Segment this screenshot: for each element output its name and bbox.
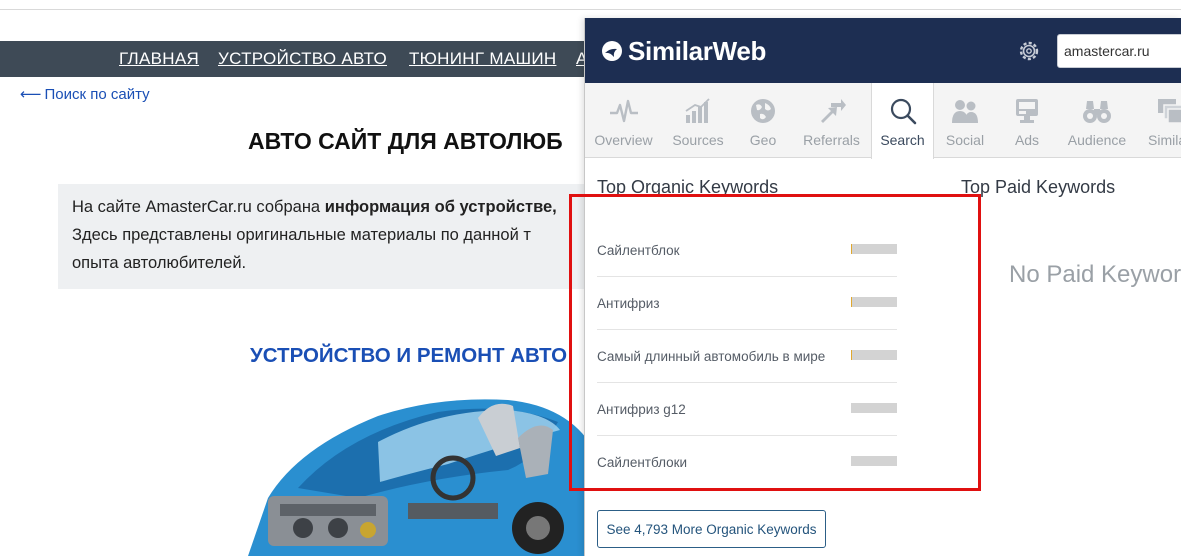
- keyword-text[interactable]: Сайлентблоки: [597, 455, 687, 470]
- tab-label: Geo: [749, 132, 777, 148]
- keyword-share-fill: [851, 297, 853, 307]
- keyword-share-bar: [851, 456, 897, 466]
- site-intro-line-3: опыта автолюбителей.: [72, 254, 247, 272]
- browser-top-strip: [0, 0, 1181, 10]
- keyword-share-bar: [851, 297, 897, 307]
- keyword-share-bar: [851, 403, 897, 413]
- site-intro-line-1: На сайте AmasterCar.ru собрана информаци…: [72, 198, 557, 217]
- similarweb-tab-bar: Overview Sources Geo Referrals Search So…: [585, 83, 1181, 159]
- tab-label: Search: [880, 132, 925, 148]
- similarweb-logo[interactable]: SimilarWeb: [601, 35, 766, 67]
- paid-keywords-title: Top Paid Keywords: [961, 177, 1116, 197]
- site-navigation-bar: ГЛАВНАЯ УСТРОЙСТВО АВТО ТЮНИНГ МАШИН А: [0, 41, 600, 77]
- tab-geo[interactable]: Geo: [734, 83, 792, 158]
- no-paid-keywords-message: No Paid Keywor: [1009, 261, 1181, 288]
- site-page-title: АВТО САЙТ ДЛЯ АВТОЛЮБ: [248, 128, 563, 154]
- tab-referrals[interactable]: Referrals: [792, 83, 871, 158]
- gear-icon[interactable]: [1017, 39, 1041, 63]
- tab-label: Social: [945, 132, 985, 148]
- tab-audience[interactable]: Audience: [1058, 83, 1136, 158]
- keyword-text[interactable]: Сайлентблок: [597, 243, 680, 258]
- nav-link-home[interactable]: ГЛАВНАЯ: [119, 49, 199, 69]
- keyword-share-bar: [851, 244, 897, 254]
- bar-chart-icon: [685, 98, 710, 123]
- ads-icon: [1016, 99, 1038, 123]
- tab-similar[interactable]: Simila: [1136, 83, 1181, 158]
- site-intro-line-2: Здесь представлены оригинальные материал…: [72, 226, 531, 244]
- site-content: АВТО САЙТ ДЛЯ АВТОЛЮБ На сайте AmasterCa…: [18, 108, 618, 556]
- keyword-row[interactable]: Сайлентблок: [597, 224, 897, 277]
- tab-label: Simila: [1148, 132, 1181, 148]
- keyword-row[interactable]: Сайлентблоки: [597, 436, 897, 489]
- keyword-share-fill: [851, 244, 853, 254]
- nav-link-tuning[interactable]: ТЮНИНГ МАШИН: [409, 49, 556, 69]
- tab-label: Ads: [1014, 132, 1040, 148]
- tab-label: Overview: [594, 132, 653, 148]
- similarweb-logo-text: SimilarWeb: [628, 35, 767, 66]
- domain-input[interactable]: [1057, 34, 1181, 68]
- keyword-text[interactable]: Антифриз g12: [597, 402, 686, 417]
- screenshot-root: ГЛАВНАЯ УСТРОЙСТВО АВТО ТЮНИНГ МАШИН А ⟵…: [0, 0, 1181, 556]
- similarweb-logo-icon: [602, 41, 622, 61]
- keyword-text[interactable]: Антифриз: [597, 296, 660, 311]
- windows-icon: [1158, 99, 1181, 124]
- pulse-icon: [609, 99, 638, 123]
- left-arrow-icon: ⟵: [20, 85, 42, 103]
- site-intro-bold-text: информация об устройстве,: [324, 198, 557, 216]
- keyword-row[interactable]: Антифриз: [597, 277, 897, 330]
- tab-label: Sources: [672, 132, 724, 148]
- similarweb-popup: SimilarWeb Overview: [584, 18, 1181, 556]
- tab-ads[interactable]: Ads: [996, 83, 1058, 158]
- people-icon: [952, 100, 978, 123]
- keyword-row[interactable]: Самый длинный автомобиль в мире: [597, 330, 897, 383]
- tab-label: Audience: [1067, 132, 1127, 148]
- tab-sources[interactable]: Sources: [662, 83, 734, 158]
- site-intro-text: На сайте AmasterCar.ru собрана: [72, 198, 325, 216]
- magnifier-icon: [890, 98, 916, 125]
- site-search-link-label: Поиск по сайту: [44, 86, 150, 103]
- tab-search[interactable]: Search: [871, 83, 934, 159]
- similarweb-header: SimilarWeb: [585, 18, 1181, 83]
- keyword-row[interactable]: Антифриз g12: [597, 383, 897, 436]
- arrows-icon: [820, 99, 846, 123]
- organic-keywords-title: Top Organic Keywords: [597, 177, 779, 197]
- keyword-share-fill: [851, 350, 853, 360]
- site-intro-box: На сайте AmasterCar.ru собрана информаци…: [58, 184, 618, 289]
- keyword-text[interactable]: Самый длинный автомобиль в мире: [597, 349, 825, 364]
- more-organic-keywords-button[interactable]: See 4,793 More Organic Keywords: [597, 510, 826, 548]
- tab-label: Referrals: [803, 132, 860, 148]
- tab-overview[interactable]: Overview: [585, 83, 662, 158]
- globe-icon: [751, 99, 775, 123]
- car-cutaway-image[interactable]: [208, 378, 608, 556]
- keyword-share-bar: [851, 350, 897, 360]
- tab-social[interactable]: Social: [934, 83, 996, 158]
- site-section-heading[interactable]: УСТРОЙСТВО И РЕМОНТ АВТО: [250, 344, 567, 368]
- site-search-link[interactable]: ⟵ Поиск по сайту: [20, 85, 150, 103]
- nav-link-car-structure[interactable]: УСТРОЙСТВО АВТО: [218, 49, 387, 69]
- binoculars-icon: [1083, 101, 1111, 123]
